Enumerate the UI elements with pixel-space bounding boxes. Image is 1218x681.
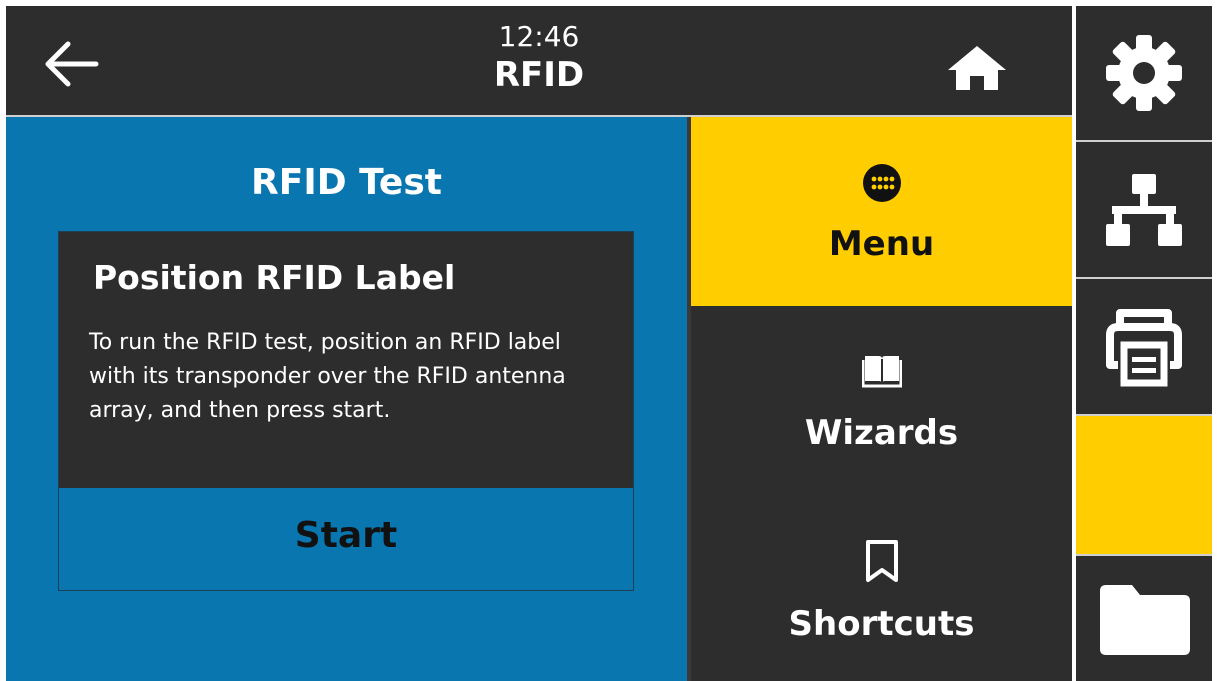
shortcuts-tile[interactable]: Shortcuts [691,497,1072,681]
wizards-tile[interactable]: Wizards [691,308,1072,495]
dialog-title: Position RFID Label [93,258,456,297]
menu-dots-icon [862,164,901,202]
wizards-tile-label: Wizards [804,413,959,453]
dialog-instructions: To run the RFID test, position an RFID l… [89,330,566,423]
printer-icon [1106,308,1182,386]
book-icon [861,356,902,388]
menu-tile[interactable]: Menu [691,117,1072,306]
active-sidebar-item[interactable] [1076,416,1212,554]
print-button[interactable] [1076,279,1212,414]
folder-icon [1100,584,1190,655]
home-icon [948,46,1006,90]
panel-title: RFID Test [251,162,442,203]
home-button[interactable] [944,42,1010,92]
gear-icon [1106,35,1182,111]
position-label-dialog: Position RFID Label To run the RFID test… [58,231,634,591]
printer-screen: 12:46 RFID RFID Test Position RFID Label… [6,6,1212,681]
rfid-test-panel: RFID Test Position RFID Label To run the… [6,117,687,681]
clock-time: 12:46 [498,20,580,53]
network-button[interactable] [1076,142,1212,277]
shortcuts-tile-label: Shortcuts [788,604,975,644]
network-icon [1106,173,1182,246]
settings-button[interactable] [1076,6,1212,140]
page-title: RFID [493,55,585,95]
start-button-label: Start [294,515,398,556]
bookmark-icon [865,540,898,582]
folder-button[interactable] [1076,556,1212,681]
menu-tile-label: Menu [828,224,935,264]
start-button[interactable]: Start [59,488,633,590]
header-bar: 12:46 RFID [6,6,1072,115]
